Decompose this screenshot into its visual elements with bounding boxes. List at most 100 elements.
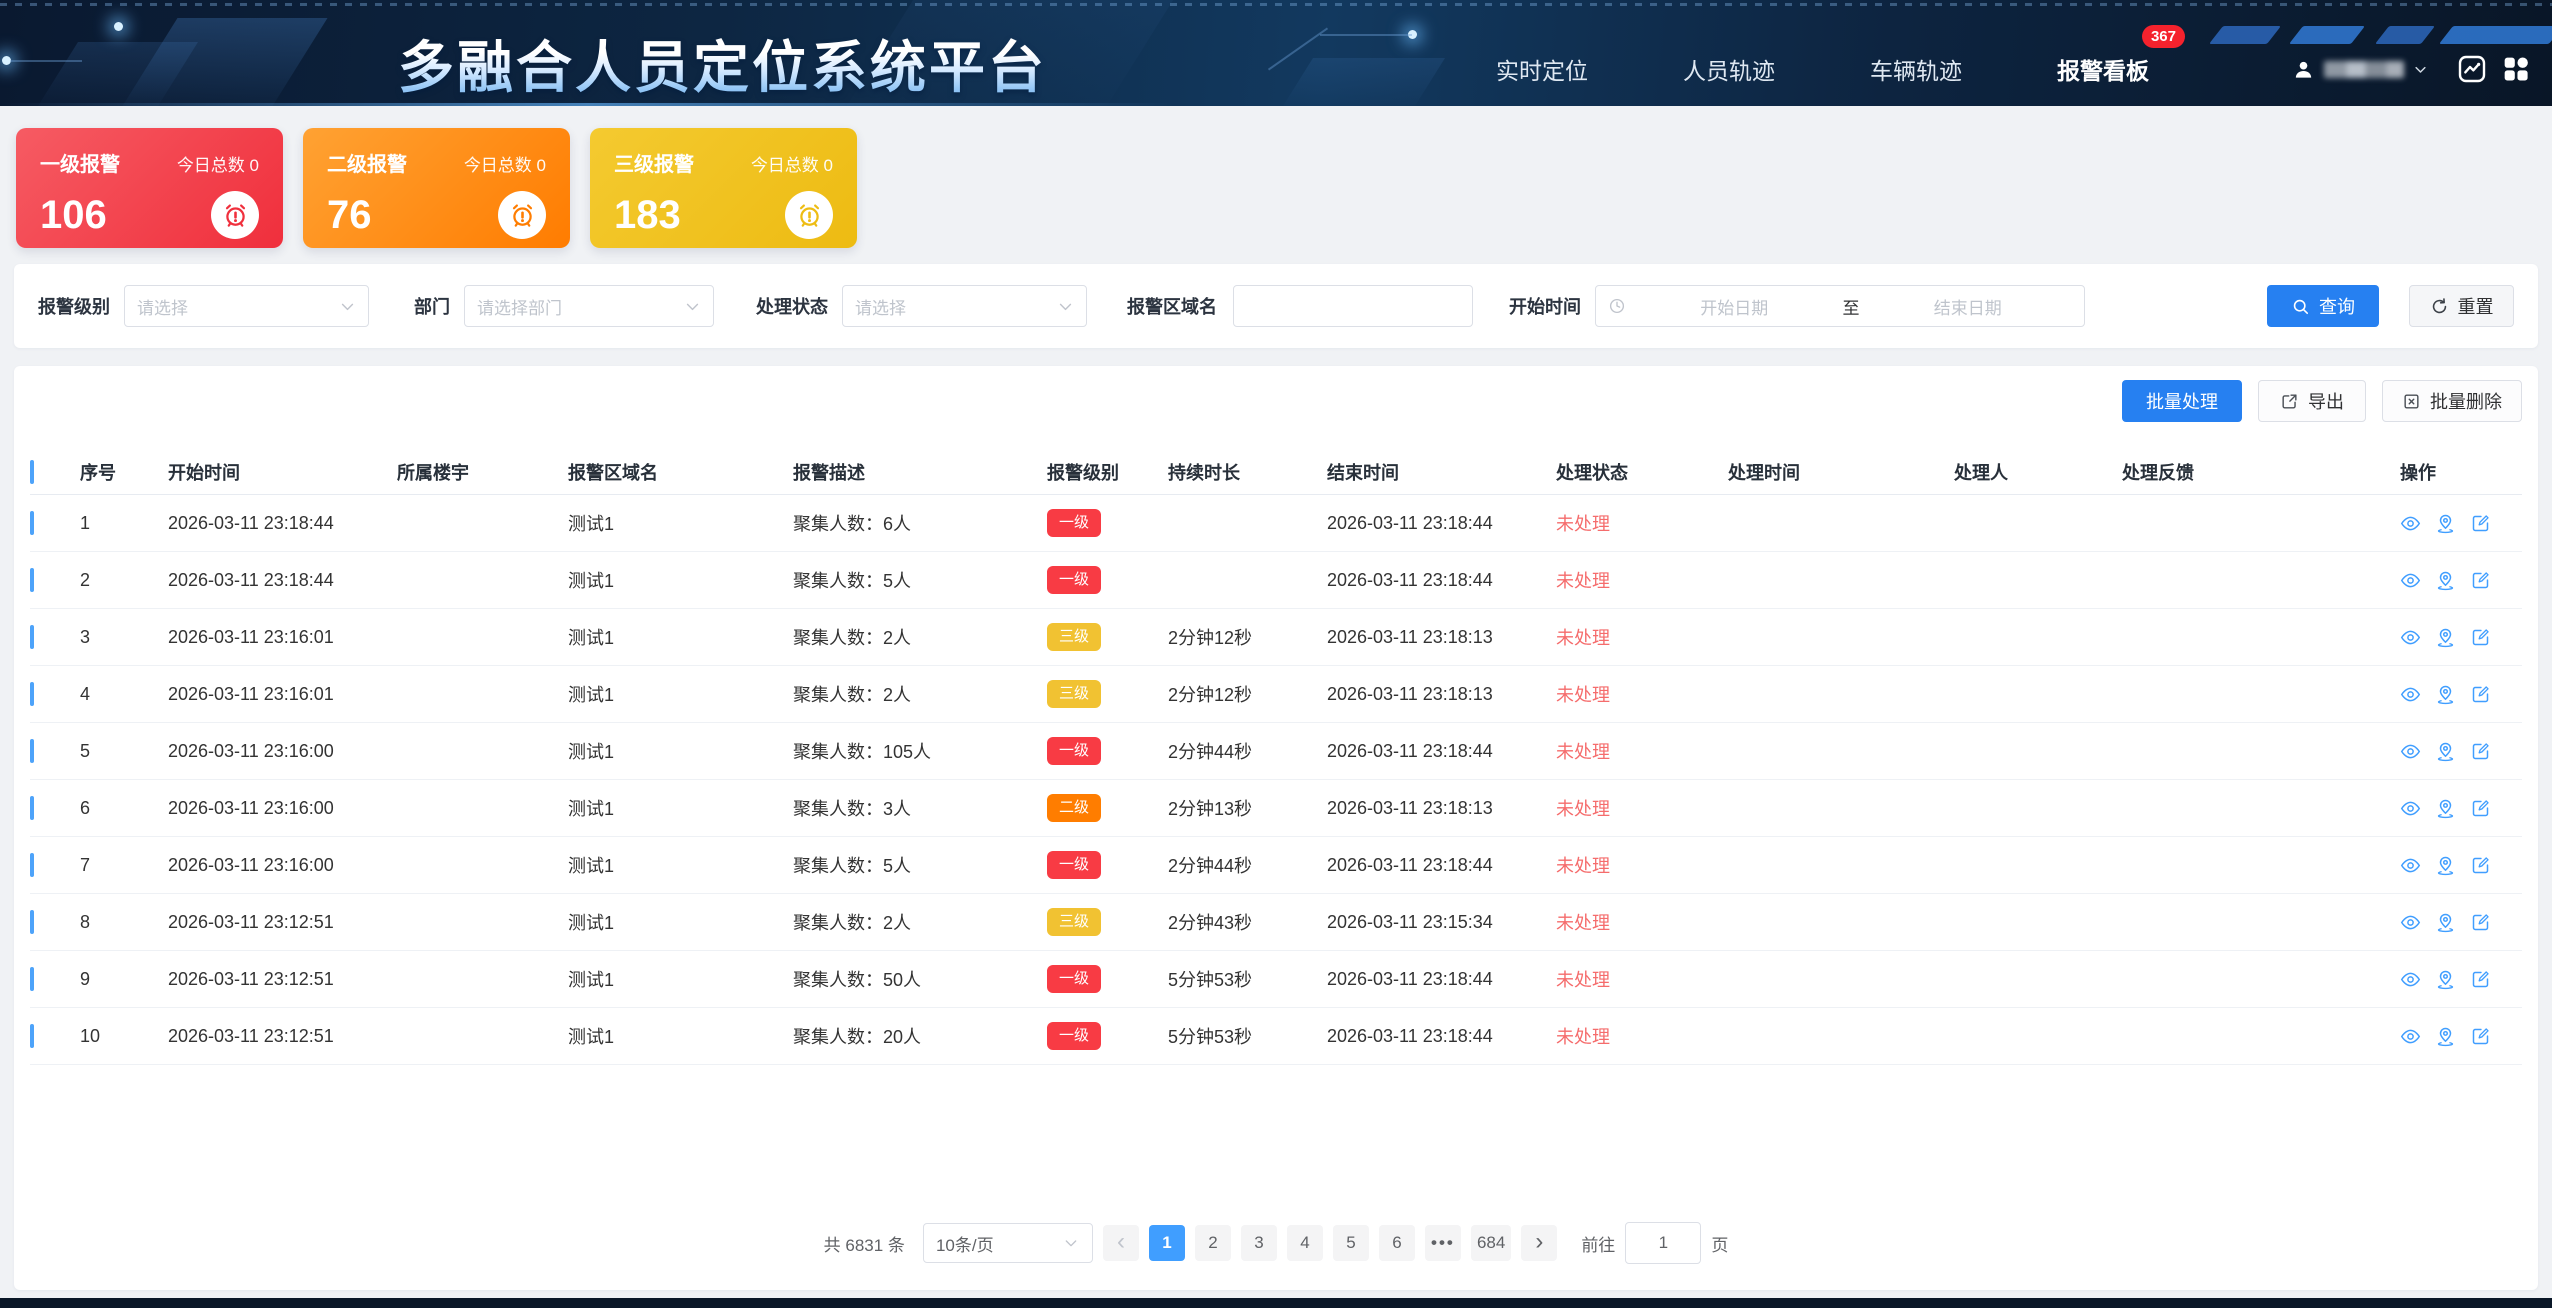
edit-icon[interactable] [2470,684,2491,705]
monitor-trend-icon-button[interactable] [2450,47,2494,91]
table-row: 22026-03-11 23:18:44测试1聚集人数：5人一级2026-03-… [30,552,2522,609]
page-button[interactable]: 4 [1287,1225,1323,1261]
row-checkbox-cell [30,609,80,666]
alarm-summary-card: 一级报警今日总数 0106 [16,128,283,248]
view-icon[interactable] [2400,798,2421,819]
cell-no: 6 [80,780,168,837]
apps-grid-icon-button[interactable] [2494,47,2538,91]
prev-page-button[interactable]: ‹ [1103,1225,1139,1261]
locate-icon[interactable] [2435,741,2456,762]
row-checkbox[interactable] [30,511,34,535]
edit-icon[interactable] [2470,627,2491,648]
view-icon[interactable] [2400,684,2421,705]
alarm-table-panel: 批量处理 导出 批量删除 序号开始时间所属楼宇报警区域名报警描述报警级别持续时长… [14,366,2538,1290]
view-icon[interactable] [2400,912,2421,933]
view-icon[interactable] [2400,570,2421,591]
cell-handle-time [1728,951,1954,1008]
locate-icon[interactable] [2435,1026,2456,1047]
row-checkbox[interactable] [30,910,34,934]
level-badge: 三级 [1047,908,1101,936]
page-button[interactable]: 2 [1195,1225,1231,1261]
nav-item[interactable]: 人员轨迹 [1683,52,1775,86]
row-checkbox-cell [30,951,80,1008]
department-select[interactable]: 请选择部门 [464,285,714,327]
edit-icon[interactable] [2470,798,2491,819]
cell-description: 聚集人数：50人 [793,951,1047,1008]
reset-button[interactable]: 重置 [2409,285,2514,327]
alarm-level-select[interactable]: 请选择 [124,285,369,327]
cell-end-time: 2026-03-11 23:18:44 [1327,1008,1556,1065]
locate-icon[interactable] [2435,684,2456,705]
select-all-checkbox[interactable] [30,460,34,484]
locate-icon[interactable] [2435,798,2456,819]
edit-icon[interactable] [2470,912,2491,933]
column-header: 所属楼宇 [397,450,568,495]
handle-status-select[interactable]: 请选择 [842,285,1087,327]
search-button-label: 查询 [2319,293,2355,319]
row-checkbox[interactable] [30,682,34,706]
batch-delete-button[interactable]: 批量删除 [2382,380,2522,422]
page-button[interactable]: 3 [1241,1225,1277,1261]
start-time-label: 开始时间 [1509,293,1581,319]
column-header: 序号 [80,450,168,495]
edit-icon[interactable] [2470,969,2491,990]
batch-process-button[interactable]: 批量处理 [2122,380,2242,422]
cell-handle-time [1728,552,1954,609]
user-menu[interactable] [2292,58,2428,81]
nav-item[interactable]: 实时定位 [1496,52,1588,86]
main-nav: 实时定位 人员轨迹 车辆轨迹 报警看板367 [1496,52,2244,86]
column-header: 开始时间 [168,450,397,495]
page-button[interactable]: 1 [1149,1225,1185,1261]
goto-page-input[interactable] [1625,1222,1701,1264]
edit-icon[interactable] [2470,741,2491,762]
cell-duration: 2分钟12秒 [1168,666,1327,723]
table-row: 62026-03-11 23:16:00测试1聚集人数：3人二级2分钟13秒20… [30,780,2522,837]
page-button-last[interactable]: 684 [1471,1225,1511,1261]
area-name-label: 报警区域名 [1127,293,1217,319]
cell-handle-time [1728,837,1954,894]
cell-area: 测试1 [568,951,793,1008]
locate-icon[interactable] [2435,570,2456,591]
cell-building [397,552,568,609]
edit-icon[interactable] [2470,855,2491,876]
view-icon[interactable] [2400,1026,2421,1047]
page-ellipsis-button[interactable]: ••• [1425,1225,1461,1261]
alarm-clock-icon [211,191,259,239]
next-page-button[interactable]: › [1521,1225,1557,1261]
locate-icon[interactable] [2435,627,2456,648]
locate-icon[interactable] [2435,513,2456,534]
locate-icon[interactable] [2435,912,2456,933]
row-checkbox[interactable] [30,625,34,649]
row-checkbox[interactable] [30,1024,34,1048]
nav-badge: 367 [2142,25,2185,48]
locate-icon[interactable] [2435,969,2456,990]
view-icon[interactable] [2400,855,2421,876]
view-icon[interactable] [2400,627,2421,648]
page-size-select[interactable]: 10条/页 [923,1223,1093,1263]
edit-icon[interactable] [2470,570,2491,591]
nav-item[interactable]: 报警看板367 [2057,52,2149,86]
view-icon[interactable] [2400,969,2421,990]
edit-icon[interactable] [2470,513,2491,534]
edit-icon[interactable] [2470,1026,2491,1047]
view-icon[interactable] [2400,741,2421,762]
area-name-input[interactable] [1233,285,1473,327]
view-icon[interactable] [2400,513,2421,534]
export-button[interactable]: 导出 [2258,380,2366,422]
column-header: 报警区域名 [568,450,793,495]
row-checkbox[interactable] [30,967,34,991]
row-checkbox[interactable] [30,796,34,820]
row-actions [2400,627,2512,648]
batch-delete-label: 批量删除 [2430,388,2502,414]
status-text: 未处理 [1556,856,1610,876]
nav-item[interactable]: 车辆轨迹 [1870,52,1962,86]
search-button[interactable]: 查询 [2267,285,2379,327]
row-checkbox[interactable] [30,853,34,877]
row-checkbox[interactable] [30,568,34,592]
date-range-picker[interactable]: 开始日期 至 结束日期 [1595,285,2085,327]
page-button[interactable]: 6 [1379,1225,1415,1261]
cell-handler [1954,609,2122,666]
row-checkbox[interactable] [30,739,34,763]
page-button[interactable]: 5 [1333,1225,1369,1261]
locate-icon[interactable] [2435,855,2456,876]
